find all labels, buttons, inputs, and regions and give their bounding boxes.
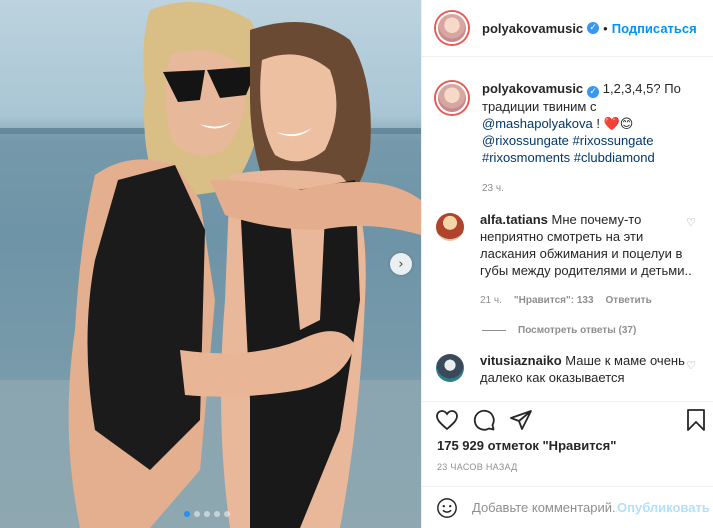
heart-icon[interactable]: ♡ — [686, 216, 696, 229]
bookmark-icon[interactable] — [685, 408, 707, 432]
carousel-dot — [214, 511, 220, 517]
post-time: 23 ЧАСОВ НАЗАД — [437, 462, 518, 472]
comment-text: vitusiaznaiko Маше к маме очень далеко к… — [480, 352, 694, 386]
comment-username[interactable]: vitusiaznaiko — [480, 353, 562, 368]
comment-likes-button[interactable]: "Нравится": 133 — [514, 292, 594, 309]
chevron-right-icon[interactable]: › — [390, 253, 412, 275]
carousel-dot — [224, 511, 230, 517]
view-replies-label: Посмотреть ответы (37) — [518, 325, 637, 336]
verified-icon: ✓ — [587, 22, 600, 34]
comment-meta: 21 ч. "Нравится": 133 Ответить — [480, 292, 694, 309]
heart-icon[interactable]: ♡ — [686, 359, 696, 372]
likes-count[interactable]: 175 929 отметок "Нравится" — [437, 438, 616, 453]
avatar[interactable] — [436, 213, 464, 241]
caption-username[interactable]: polyakovamusic — [482, 81, 583, 96]
caption-text: polyakovamusic ✓ 1,2,3,4,5? По традиции т… — [482, 80, 692, 197]
caption: polyakovamusic ✓ 1,2,3,4,5? По традиции т… — [422, 58, 713, 197]
avatar[interactable] — [436, 354, 464, 382]
heart-icon[interactable] — [435, 408, 459, 432]
separator: • — [603, 20, 608, 36]
comment-username[interactable]: alfa.tatians — [480, 212, 548, 227]
comment-text: alfa.tatians Мне почему-то неприятно смо… — [480, 211, 694, 309]
caption-tag[interactable]: #rixossungate — [573, 133, 654, 148]
emoji-icon[interactable] — [436, 497, 458, 519]
list-item: vitusiaznaiko Маше к маме очень далеко к… — [422, 352, 713, 386]
comment-time: 21 ч. — [480, 295, 502, 306]
caption-tag[interactable]: #clubdiamond — [574, 150, 655, 165]
verified-icon: ✓ — [587, 86, 600, 98]
post-side-panel: polyakovamusic ✓ • Подписаться polyakova… — [421, 0, 713, 528]
carousel-dots — [184, 511, 230, 517]
caption-time: 23 ч. — [482, 183, 504, 194]
caption-body-2: ! ❤️😊 — [592, 116, 634, 131]
caption-tag[interactable]: @rixossungate — [482, 133, 569, 148]
action-bar — [422, 401, 713, 437]
comment-icon[interactable] — [472, 408, 496, 432]
share-icon[interactable] — [509, 408, 533, 432]
avatar[interactable] — [436, 12, 468, 44]
header-username[interactable]: polyakovamusic — [482, 21, 583, 36]
carousel-dot — [184, 511, 190, 517]
reply-button[interactable]: Ответить — [606, 292, 652, 309]
caption-tag[interactable]: #rixosmoments — [482, 150, 570, 165]
publish-button[interactable]: Опубликовать — [617, 500, 710, 515]
comments-list[interactable]: polyakovamusic ✓ 1,2,3,4,5? По традиции т… — [422, 58, 713, 401]
caption-mention[interactable]: @mashapolyakova — [482, 116, 593, 131]
caption-avatar[interactable] — [436, 82, 468, 114]
comment-composer: Опубликовать — [422, 486, 713, 528]
divider — [482, 330, 506, 331]
view-replies-button[interactable]: Посмотреть ответы (37) — [482, 325, 713, 336]
follow-button[interactable]: Подписаться — [612, 21, 697, 36]
carousel-dot — [204, 511, 210, 517]
photo-illustration — [0, 2, 421, 528]
carousel-dot — [194, 511, 200, 517]
list-item: alfa.tatians Мне почему-то неприятно смо… — [422, 211, 713, 309]
post-header: polyakovamusic ✓ • Подписаться — [422, 0, 713, 57]
comment-input[interactable] — [472, 500, 617, 515]
post-photo[interactable]: › — [0, 0, 421, 528]
